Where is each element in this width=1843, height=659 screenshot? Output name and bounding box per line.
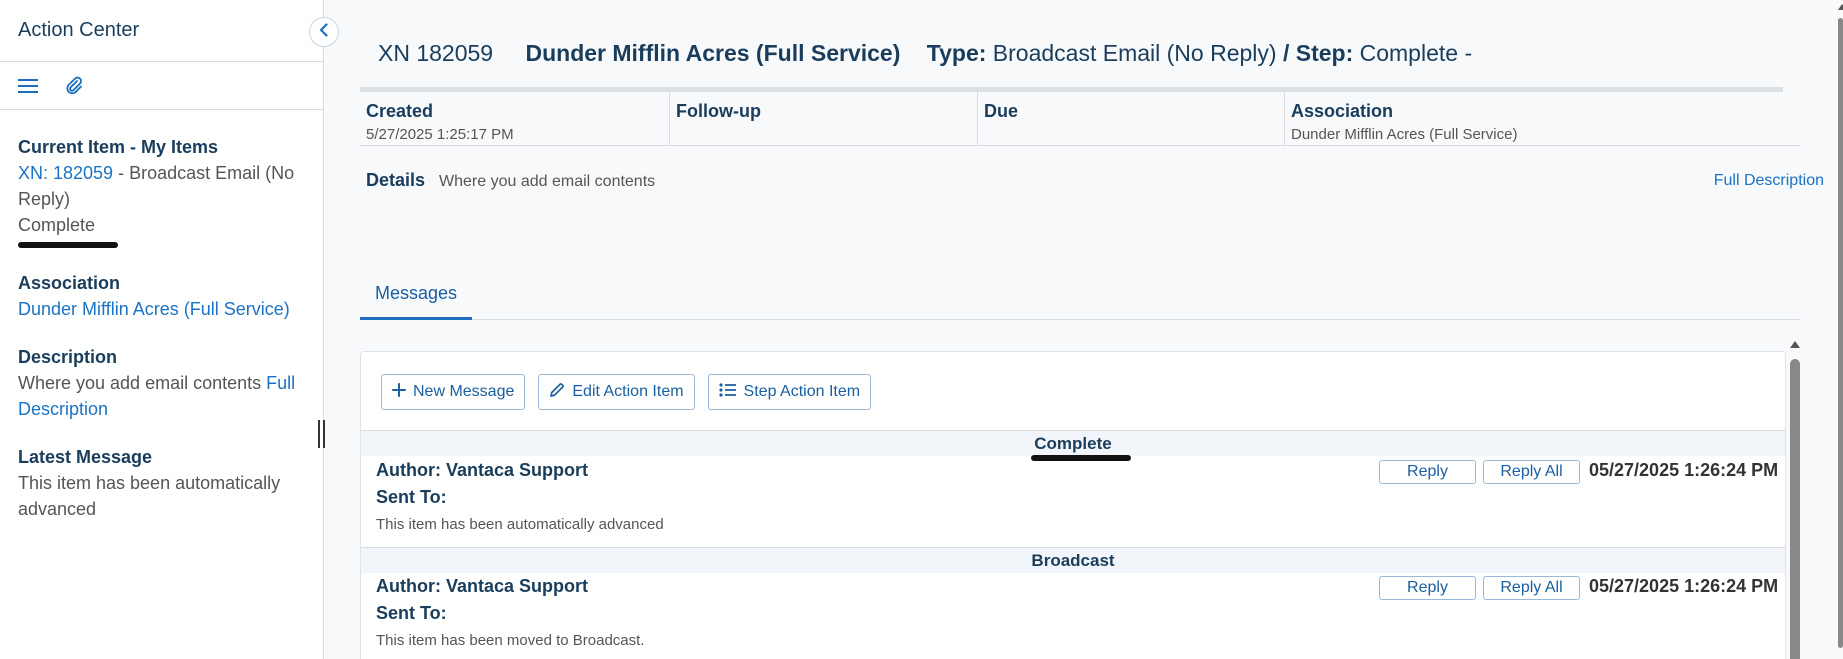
- reply-all-button[interactable]: Reply All: [1483, 576, 1580, 600]
- message-item: Author: Vantaca Support Sent To: This it…: [361, 458, 1785, 550]
- followup-label: Follow-up: [676, 101, 761, 121]
- association-header-value: Dunder Mifflin Acres (Full Service): [1291, 126, 1518, 143]
- created-field: Created 5/27/2025 1:25:17 PM: [360, 92, 669, 145]
- followup-field: Follow-up: [669, 92, 977, 145]
- due-label: Due: [984, 101, 1019, 121]
- page-title: XN 182059 Dunder Mifflin Acres (Full Ser…: [378, 40, 1472, 67]
- message-toolbar: New Message Edit Action Item Step Action…: [381, 374, 872, 410]
- current-item-label: Current Item - My Items: [18, 137, 219, 157]
- message-step-header: Complete: [361, 431, 1785, 456]
- sidebar-title: Action Center: [18, 19, 140, 41]
- message-item: Author: Vantaca Support Sent To: This it…: [361, 574, 1785, 659]
- created-value: 5/27/2025 1:25:17 PM: [366, 126, 514, 143]
- description-label: Description: [18, 347, 118, 367]
- edit-action-item-button[interactable]: Edit Action Item: [538, 374, 695, 410]
- latest-message-label: Latest Message: [18, 447, 153, 467]
- reply-button[interactable]: Reply: [1379, 576, 1476, 600]
- list-icon: [718, 382, 737, 403]
- details-row: Details Where you add email contents: [366, 170, 655, 191]
- step-action-item-label: Step Action Item: [743, 383, 861, 400]
- description-text: Where you add email contents: [18, 373, 262, 393]
- title-number: XN 182059: [378, 40, 494, 66]
- latest-message-section: Latest Message This item has been automa…: [18, 444, 305, 522]
- association-section: Association Dunder Mifflin Acres (Full S…: [18, 270, 305, 322]
- step-action-item-button[interactable]: Step Action Item: [707, 374, 872, 410]
- description-text-wrap: Where you add email contents Full Descri…: [18, 370, 305, 422]
- description-section: Description Where you add email contents…: [18, 344, 305, 422]
- title-step-value: Complete -: [1359, 40, 1473, 66]
- status-underline-mark: [18, 242, 118, 248]
- details-label: Details: [366, 170, 426, 190]
- chevron-left-icon: [318, 22, 330, 42]
- new-message-button[interactable]: New Message: [381, 374, 526, 410]
- item-number-link[interactable]: XN: 182059: [18, 163, 113, 183]
- sidebar-toolbar: [0, 62, 323, 110]
- message-body: This item has been automatically advance…: [376, 516, 664, 533]
- message-author: Author: Vantaca Support: [376, 576, 589, 596]
- association-header-label: Association: [1291, 101, 1394, 121]
- info-grid: Created 5/27/2025 1:25:17 PM Follow-up D…: [360, 92, 1800, 146]
- menu-icon[interactable]: [16, 74, 40, 98]
- page-scroll-up-arrow-icon[interactable]: [1838, 4, 1843, 10]
- full-description-link-main[interactable]: Full Description: [1714, 172, 1824, 190]
- message-step-label: Broadcast: [1031, 550, 1115, 570]
- pencil-icon: [549, 382, 565, 403]
- messages-panel: New Message Edit Action Item Step Action…: [360, 351, 1786, 659]
- association-field: Association Dunder Mifflin Acres (Full S…: [1284, 92, 1800, 145]
- item-status: Complete: [18, 215, 96, 235]
- due-field: Due: [977, 92, 1284, 145]
- current-item-detail: XN: 182059 - Broadcast Email (No Reply): [18, 160, 305, 212]
- message-sent-to: Sent To:: [376, 603, 447, 623]
- title-type-value: Broadcast Email (No Reply): [992, 40, 1277, 66]
- reply-all-button[interactable]: Reply All: [1483, 460, 1580, 484]
- message-sent-to: Sent To:: [376, 487, 447, 507]
- association-link[interactable]: Dunder Mifflin Acres (Full Service): [18, 296, 305, 322]
- created-label: Created: [366, 101, 434, 121]
- action-center-sidebar: Action Center Current Item - My Items XN…: [0, 0, 324, 659]
- title-type-label: Type:: [926, 40, 987, 66]
- messages-scrollbar[interactable]: [1788, 341, 1802, 659]
- message-author: Author: Vantaca Support: [376, 460, 589, 480]
- title-name: Dunder Mifflin Acres (Full Service): [525, 40, 901, 66]
- page-scroll-thumb[interactable]: [1838, 18, 1843, 648]
- sidebar-header: Action Center: [0, 0, 323, 62]
- paperclip-icon[interactable]: [62, 74, 86, 98]
- latest-message-text: This item has been automatically advance…: [18, 473, 281, 519]
- reply-button[interactable]: Reply: [1379, 460, 1476, 484]
- title-step-label: / Step:: [1282, 40, 1354, 66]
- current-item-section: Current Item - My Items XN: 182059 - Bro…: [18, 134, 305, 248]
- details-value: Where you add email contents: [439, 173, 656, 190]
- collapse-sidebar-button[interactable]: [309, 17, 339, 47]
- message-step-header: Broadcast: [361, 548, 1785, 573]
- plus-icon: [392, 382, 406, 402]
- tab-messages[interactable]: Messages: [360, 270, 472, 320]
- scroll-thumb[interactable]: [1790, 359, 1800, 659]
- new-message-label: New Message: [413, 383, 515, 400]
- message-date: 05/27/2025 1:26:24 PM: [1589, 460, 1779, 480]
- sidebar-body: Current Item - My Items XN: 182059 - Bro…: [0, 110, 323, 522]
- main-content: XN 182059 Dunder Mifflin Acres (Full Ser…: [325, 0, 1843, 659]
- message-step-label: Complete: [1034, 433, 1112, 453]
- association-label: Association: [18, 273, 121, 293]
- edit-action-item-label: Edit Action Item: [572, 383, 684, 400]
- page-scrollbar[interactable]: [1838, 0, 1843, 659]
- scroll-up-arrow-icon[interactable]: [1790, 341, 1800, 348]
- tab-bar: Messages: [360, 270, 1800, 320]
- message-date: 05/27/2025 1:26:24 PM: [1589, 576, 1779, 596]
- message-body: This item has been moved to Broadcast.: [376, 632, 645, 649]
